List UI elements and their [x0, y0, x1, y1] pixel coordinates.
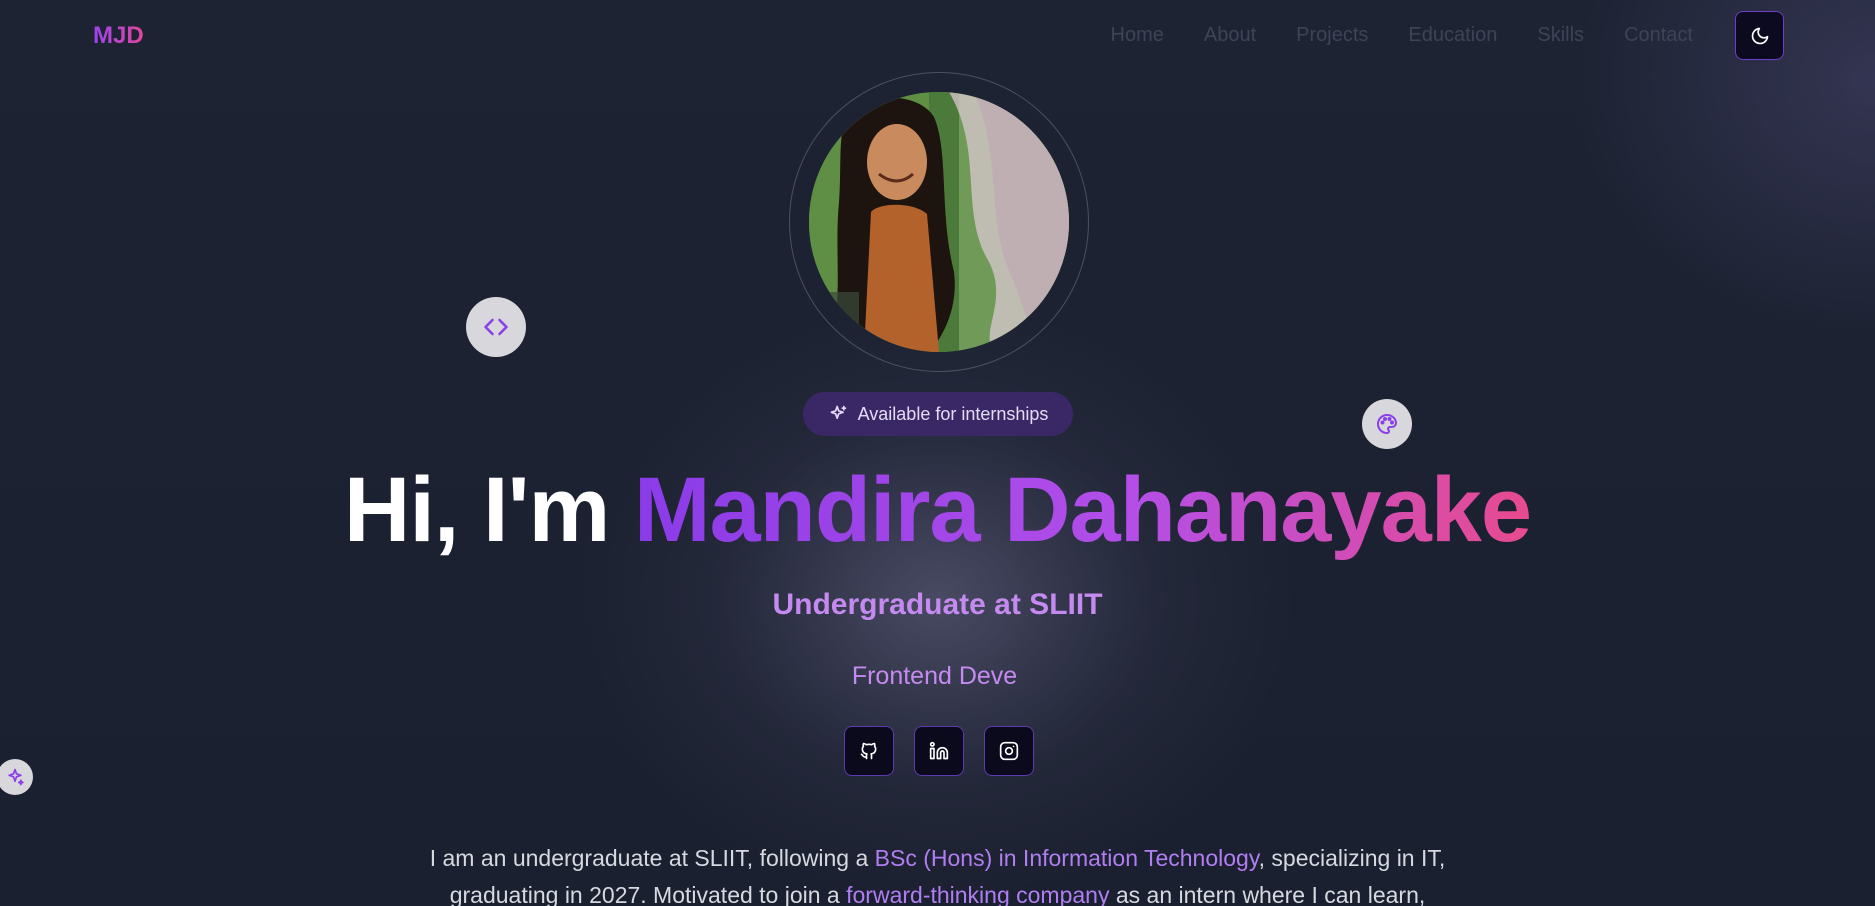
nav-contact[interactable]: Contact	[1624, 24, 1693, 47]
bio-highlight-degree: BSc (Hons) in Information Technology	[874, 845, 1259, 871]
palette-float-button[interactable]	[1362, 399, 1412, 449]
github-icon	[860, 742, 877, 760]
bio-text: as an intern where I can learn,	[1109, 882, 1426, 906]
bio-text: graduating in 2027. Motivated to join a	[449, 882, 847, 906]
bio-text: I am an undergraduate at SLIIT, followin…	[429, 845, 875, 871]
moon-icon	[1751, 27, 1768, 44]
bio-highlight-company: forward-thinking company	[846, 882, 1110, 906]
sparkles-float-button[interactable]	[0, 759, 33, 795]
bio-paragraph: I am an undergraduate at SLIIT, followin…	[0, 840, 1875, 906]
nav-home[interactable]: Home	[1111, 24, 1164, 47]
instagram-link[interactable]	[984, 726, 1034, 776]
github-link[interactable]	[844, 726, 894, 776]
main-nav: Home About Projects Education Skills Con…	[1111, 24, 1693, 47]
social-links	[844, 726, 1034, 776]
code-icon	[484, 318, 508, 336]
theme-toggle-button[interactable]	[1735, 11, 1784, 60]
instagram-icon	[999, 741, 1019, 761]
nav-skills[interactable]: Skills	[1537, 24, 1584, 47]
bio-line-1: I am an undergraduate at SLIIT, followin…	[0, 840, 1875, 877]
nav-about[interactable]: About	[1204, 24, 1256, 47]
linkedin-icon	[929, 741, 949, 760]
nav-projects[interactable]: Projects	[1296, 24, 1368, 47]
hero-headline: Hi, I'm Mandira Dahanayake	[0, 458, 1875, 563]
hero-name: Mandira Dahanayake	[633, 459, 1532, 561]
sparkles-icon	[830, 405, 846, 419]
linkedin-link[interactable]	[914, 726, 964, 776]
greeting: Hi, I'm	[343, 459, 634, 561]
profile-photo	[809, 92, 1069, 352]
availability-badge: Available for internships	[803, 392, 1073, 436]
page: MJD Home About Projects Education Skills…	[0, 0, 1875, 906]
sparkles-icon	[8, 768, 24, 786]
site-logo[interactable]: MJD	[93, 22, 144, 50]
typing-text: Frontend Deve	[851, 662, 1018, 690]
code-float-button[interactable]	[466, 297, 526, 357]
bio-line-2: graduating in 2027. Motivated to join a …	[0, 877, 1875, 906]
badge-label: Available for internships	[857, 403, 1049, 424]
palette-icon	[1377, 414, 1397, 434]
nav-education[interactable]: Education	[1408, 24, 1497, 47]
hero-subtitle: Undergraduate at SLIIT	[772, 588, 1103, 621]
bio-text: , specializing in IT,	[1258, 845, 1446, 871]
